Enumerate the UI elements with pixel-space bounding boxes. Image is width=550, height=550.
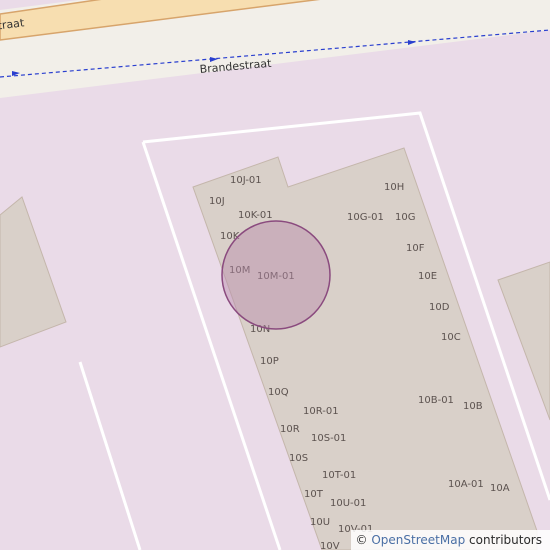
house-number-label: 10T xyxy=(304,489,324,500)
house-number-label: 10R-01 xyxy=(303,406,339,417)
top-road-label-fragment: BR xyxy=(332,0,348,1)
house-number-label: 10V xyxy=(320,541,340,550)
house-number-label: 10J xyxy=(209,196,225,207)
house-number-label: 10U xyxy=(310,517,330,528)
house-number-label: 10F xyxy=(406,243,425,254)
house-number-label: 10P xyxy=(260,356,279,367)
house-number-label: 10U-01 xyxy=(330,498,366,509)
attribution-suffix: contributors xyxy=(465,533,542,547)
location-marker[interactable] xyxy=(221,220,331,330)
attribution-prefix: © xyxy=(355,533,372,547)
house-number-label: 10B-01 xyxy=(418,395,454,406)
map-canvas[interactable]: traat BR Brandestraat 10J-01 10J 10K-01 … xyxy=(0,0,550,550)
house-number-label: 10Q xyxy=(268,387,289,398)
map-attribution: © OpenStreetMap contributors xyxy=(350,530,550,550)
house-number-label: 10R xyxy=(280,424,300,435)
house-number-label: 10E xyxy=(418,271,437,282)
house-number-label: 10C xyxy=(441,332,461,343)
house-number-label: 10B xyxy=(463,401,483,412)
house-number-label: 10A-01 xyxy=(448,479,484,490)
house-number-label: 10K-01 xyxy=(238,210,273,221)
openstreetmap-link[interactable]: OpenStreetMap xyxy=(371,533,465,547)
house-number-label: 10H xyxy=(384,182,404,193)
house-number-label: 10S xyxy=(289,453,308,464)
house-number-label: 10A xyxy=(490,483,510,494)
house-number-label: 10D xyxy=(429,302,450,313)
house-number-label: 10J-01 xyxy=(230,175,262,186)
house-number-label: 10S-01 xyxy=(311,433,346,444)
house-number-label: 10T-01 xyxy=(322,470,356,481)
house-number-label: 10G xyxy=(395,212,415,223)
house-number-label: 10G-01 xyxy=(347,212,384,223)
